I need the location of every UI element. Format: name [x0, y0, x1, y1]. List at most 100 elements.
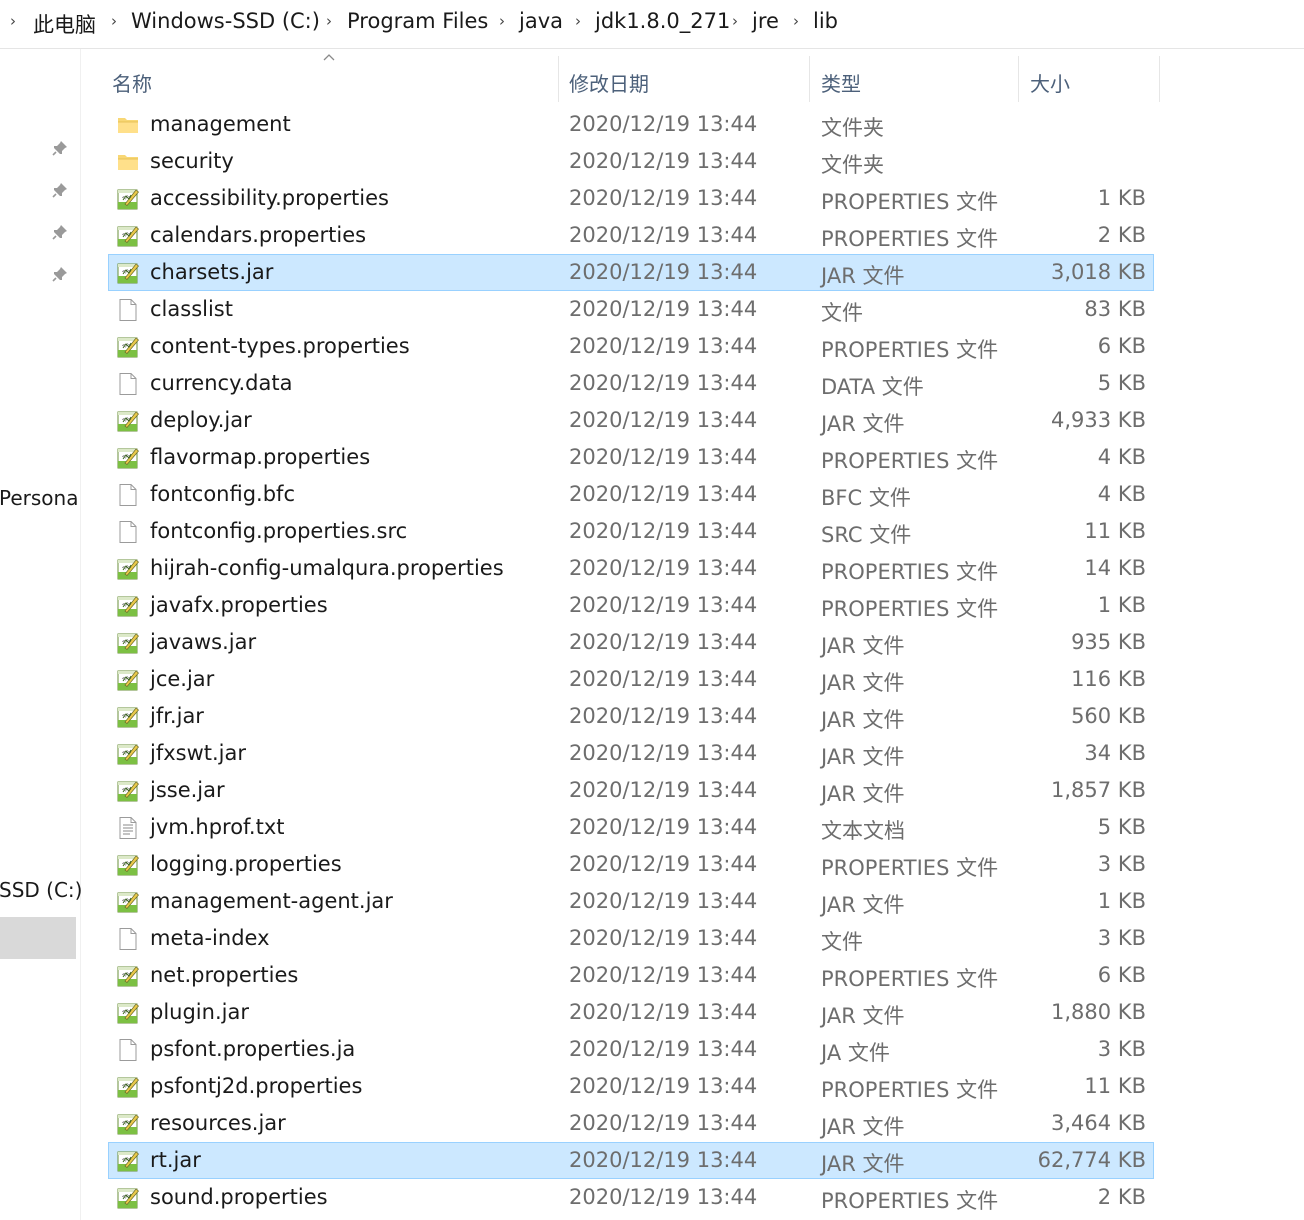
file-row[interactable]: </> accessibility.properties 2020/12/19 13… [108, 180, 1154, 217]
file-row[interactable]: </> sound.properties 2020/12/19 13:44 PROPE… [108, 1179, 1154, 1216]
file-type: PROPERTIES 文件 [821, 856, 999, 880]
file-name: fontconfig.bfc [150, 482, 295, 506]
svg-text:</>: </> [122, 417, 131, 423]
file-row[interactable]: classlist 2020/12/19 13:44 文件 83 KB [108, 291, 1154, 328]
chevron-right-icon[interactable]: › [499, 12, 505, 30]
column-header-name[interactable]: 名称 [100, 56, 558, 102]
file-row[interactable]: </> jfr.jar 2020/12/19 13:44 JAR 文件 560 KB [108, 698, 1154, 735]
file-row[interactable]: </> resources.jar 2020/12/19 13:44 JAR 文件 3,… [108, 1105, 1154, 1142]
file-size: 2 KB [1097, 223, 1146, 247]
file-type: JAR 文件 [821, 671, 905, 695]
file-row[interactable]: </> jfxswt.jar 2020/12/19 13:44 JAR 文件 34 KB [108, 735, 1154, 772]
chevron-right-icon[interactable]: › [575, 12, 581, 30]
file-date: 2020/12/19 13:44 [569, 482, 758, 506]
navigation-pane[interactable]: Persona SSD (C:) [0, 49, 82, 1220]
file-row[interactable]: </> hijrah-config-umalqura.properties 2020… [108, 550, 1154, 587]
file-row[interactable]: jvm.hprof.txt 2020/12/19 13:44 文本文档 5 KB [108, 809, 1154, 846]
file-type: JA 文件 [821, 1041, 890, 1065]
file-name: currency.data [150, 371, 293, 395]
file-row[interactable]: </> deploy.jar 2020/12/19 13:44 JAR 文件 4,933… [108, 402, 1154, 439]
file-size: 5 KB [1097, 371, 1146, 395]
file-type: JAR 文件 [821, 412, 905, 436]
chevron-right-icon[interactable]: › [111, 12, 117, 30]
chevron-right-icon[interactable]: › [10, 12, 16, 30]
pin-icon[interactable] [52, 266, 68, 282]
file-row[interactable]: </> psfontj2d.properties 2020/12/19 13:44 P… [108, 1068, 1154, 1105]
file-row[interactable]: currency.data 2020/12/19 13:44 DATA 文件 5 KB [108, 365, 1154, 402]
nav-item-drive[interactable]: SSD (C:) [0, 878, 82, 902]
file-size: 3 KB [1097, 1037, 1146, 1061]
file-row[interactable]: management 2020/12/19 13:44 文件夹 [108, 106, 1154, 143]
file-row[interactable]: meta-index 2020/12/19 13:44 文件 3 KB [108, 920, 1154, 957]
nav-item-personal[interactable]: Persona [0, 486, 78, 510]
chevron-right-icon[interactable]: › [793, 12, 799, 30]
file-row[interactable]: </> plugin.jar 2020/12/19 13:44 JAR 文件 1,880… [108, 994, 1154, 1031]
file-row[interactable]: psfont.properties.ja 2020/12/19 13:44 JA 文… [108, 1031, 1154, 1068]
chevron-right-icon[interactable]: › [326, 12, 332, 30]
file-name: net.properties [150, 963, 299, 987]
notepadpp-file-icon: </> [116, 335, 140, 359]
column-header-type[interactable]: 类型 [810, 56, 1018, 102]
file-date: 2020/12/19 13:44 [569, 408, 758, 432]
file-row[interactable]: </> jsse.jar 2020/12/19 13:44 JAR 文件 1,857 K… [108, 772, 1154, 809]
notepadpp-file-icon: </> [116, 557, 140, 581]
chevron-right-icon[interactable]: › [732, 12, 738, 30]
svg-text:</>: </> [122, 1083, 131, 1089]
file-date: 2020/12/19 13:44 [569, 1074, 758, 1098]
file-size: 1 KB [1097, 889, 1146, 913]
file-size: 11 KB [1084, 1074, 1146, 1098]
file-date: 2020/12/19 13:44 [569, 519, 758, 543]
file-row[interactable]: </> charsets.jar 2020/12/19 13:44 JAR 文件 3,0… [108, 254, 1154, 291]
file-date: 2020/12/19 13:44 [569, 445, 758, 469]
file-row[interactable]: </> content-types.properties 2020/12/19 13… [108, 328, 1154, 365]
svg-text:</>: </> [122, 602, 131, 608]
file-row[interactable]: </> jce.jar 2020/12/19 13:44 JAR 文件 116 KB [108, 661, 1154, 698]
breadcrumb-drive[interactable]: Windows-SSD (C:) [131, 9, 320, 33]
file-size: 6 KB [1097, 334, 1146, 358]
file-date: 2020/12/19 13:44 [569, 963, 758, 987]
breadcrumb-this-pc[interactable]: 此电脑 [33, 9, 96, 39]
svg-text:</>: </> [122, 750, 131, 756]
file-row[interactable]: </> javafx.properties 2020/12/19 13:44 PROP… [108, 587, 1154, 624]
svg-text:</>: </> [122, 565, 131, 571]
file-row[interactable]: security 2020/12/19 13:44 文件夹 [108, 143, 1154, 180]
column-divider[interactable] [1159, 56, 1160, 102]
breadcrumb-java[interactable]: java [519, 9, 563, 33]
pin-icon[interactable] [52, 182, 68, 198]
file-row[interactable]: </> calendars.properties 2020/12/19 13:44 P… [108, 217, 1154, 254]
pin-icon[interactable] [52, 140, 68, 156]
notepadpp-file-icon: </> [116, 1075, 140, 1099]
file-size: 2 KB [1097, 1185, 1146, 1209]
file-row[interactable]: </> flavormap.properties 2020/12/19 13:44 P… [108, 439, 1154, 476]
file-row[interactable]: fontconfig.properties.src 2020/12/19 13:4… [108, 513, 1154, 550]
file-name: jce.jar [150, 667, 215, 691]
column-header-size-label: 大小 [1030, 72, 1070, 96]
column-header-date[interactable]: 修改日期 [559, 56, 809, 102]
breadcrumb-program-files[interactable]: Program Files [347, 9, 488, 33]
notepadpp-file-icon: </> [116, 705, 140, 729]
svg-text:</>: </> [122, 232, 131, 238]
file-row[interactable]: </> management-agent.jar 2020/12/19 13:44 J… [108, 883, 1154, 920]
column-header-size[interactable]: 大小 [1019, 56, 1159, 102]
breadcrumb-jdk[interactable]: jdk1.8.0_271 [595, 9, 730, 33]
file-date: 2020/12/19 13:44 [569, 371, 758, 395]
svg-text:</>: </> [122, 639, 131, 645]
breadcrumb-jre[interactable]: jre [752, 9, 779, 33]
file-row[interactable]: </> logging.properties 2020/12/19 13:44 PRO… [108, 846, 1154, 883]
file-name: jfxswt.jar [150, 741, 247, 765]
breadcrumb-lib[interactable]: lib [813, 9, 838, 33]
address-bar[interactable]: › 此电脑 › Windows-SSD (C:) › Program Files… [0, 0, 1304, 49]
svg-text:</>: </> [122, 343, 131, 349]
file-date: 2020/12/19 13:44 [569, 297, 758, 321]
pin-icon[interactable] [52, 224, 68, 240]
file-type: PROPERTIES 文件 [821, 1189, 999, 1213]
file-row[interactable]: fontconfig.bfc 2020/12/19 13:44 BFC 文件 4 KB [108, 476, 1154, 513]
notepadpp-file-icon: </> [116, 446, 140, 470]
file-row[interactable]: </> net.properties 2020/12/19 13:44 PROPERT… [108, 957, 1154, 994]
file-date: 2020/12/19 13:44 [569, 704, 758, 728]
file-row[interactable]: </> javaws.jar 2020/12/19 13:44 JAR 文件 935 K… [108, 624, 1154, 661]
file-row[interactable]: </> rt.jar 2020/12/19 13:44 JAR 文件 62,774 KB [108, 1142, 1154, 1179]
file-name: meta-index [150, 926, 270, 950]
file-name: content-types.properties [150, 334, 410, 358]
file-name: rt.jar [150, 1148, 201, 1172]
